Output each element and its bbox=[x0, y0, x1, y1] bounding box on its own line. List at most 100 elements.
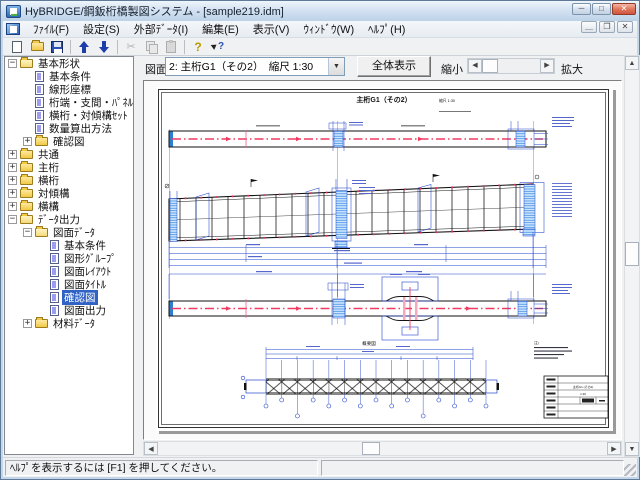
cut-button: ✂ bbox=[121, 38, 141, 55]
plus-expander-icon[interactable]: + bbox=[8, 176, 17, 185]
scroll-left-arrow[interactable]: ◀ bbox=[144, 442, 158, 455]
titleblock-scale: 1:30 bbox=[580, 392, 586, 396]
tree-item-20[interactable]: + 材料ﾃﾞｰﾀ bbox=[5, 317, 133, 330]
context-help-icon: ? bbox=[212, 41, 224, 52]
title-block: 主桁G1 (その2) 1:30 bbox=[544, 376, 608, 418]
vertical-scroll-thumb[interactable] bbox=[625, 242, 639, 266]
zoom-slider-thumb[interactable] bbox=[482, 59, 498, 73]
panel-point-bubble bbox=[343, 398, 347, 402]
menu-item-5[interactable]: ｳｨﾝﾄﾞｳ(W) bbox=[296, 23, 361, 37]
help-button[interactable]: ? bbox=[188, 38, 208, 55]
doc-icon bbox=[50, 240, 59, 251]
maximize-button[interactable]: □ bbox=[592, 3, 611, 15]
menu-item-2[interactable]: 外部ﾃﾞｰﾀ(I) bbox=[127, 23, 195, 37]
mdi-restore-button[interactable]: ❐ bbox=[599, 21, 615, 33]
combo-dropdown-icon[interactable]: ▼ bbox=[328, 58, 344, 75]
panel-point-bubble bbox=[484, 404, 488, 408]
menu-item-1[interactable]: 設定(S) bbox=[76, 23, 127, 37]
panel-point-bubble bbox=[421, 414, 425, 418]
scroll-up-arrow[interactable]: ▲ bbox=[625, 56, 639, 70]
context-help-button[interactable]: ? bbox=[208, 38, 228, 55]
up-arrow-icon bbox=[77, 40, 91, 54]
drawing-combo-label: 図面 bbox=[145, 61, 167, 77]
menu-item-6[interactable]: ﾍﾙﾌﾟ(H) bbox=[361, 23, 412, 37]
new-file-icon bbox=[12, 41, 22, 53]
tree-item-label[interactable]: 材料ﾃﾞｰﾀ bbox=[51, 316, 97, 331]
menu-item-0[interactable]: ﾌｧｲﾙ(F) bbox=[26, 23, 76, 37]
copy-button bbox=[141, 38, 161, 55]
app-icon bbox=[6, 5, 21, 18]
doc-icon bbox=[35, 97, 44, 108]
main-area: −基本形状基本条件線形座標桁端・支間・ﾊﾟﾈﾙ長横桁・対傾構ｾｯﾄ数量算出方法+… bbox=[3, 56, 637, 457]
doc-icon bbox=[50, 305, 59, 316]
plus-expander-icon[interactable]: + bbox=[23, 319, 32, 328]
minus-expander-icon[interactable]: − bbox=[8, 215, 17, 224]
move-down-button[interactable] bbox=[94, 38, 114, 55]
drawing-viewport: 主桁G1（その2） 縮尺 1:30 bbox=[143, 80, 622, 440]
mdi-minimize-button[interactable]: ＿ bbox=[581, 21, 597, 33]
plus-expander-icon[interactable]: + bbox=[8, 202, 17, 211]
save-button[interactable] bbox=[47, 38, 67, 55]
menu-item-4[interactable]: 表示(V) bbox=[246, 23, 297, 37]
tree-item-7[interactable]: +共通 bbox=[5, 148, 133, 161]
plus-expander-icon[interactable]: + bbox=[8, 150, 17, 159]
folder-icon bbox=[20, 150, 33, 159]
folder-icon bbox=[35, 137, 48, 146]
status-panel-secondary bbox=[321, 460, 624, 476]
titleblock-drawing-name: 主桁G1 (その2) bbox=[573, 384, 594, 389]
toolbar: ✂ ? ? bbox=[3, 38, 637, 56]
sheet-scale-text: 縮尺 1:30 bbox=[439, 98, 455, 103]
panel-point-bubble bbox=[374, 398, 378, 402]
panel-point-bubble bbox=[327, 404, 331, 408]
toolbar-separator bbox=[184, 40, 185, 54]
mdi-document-icon[interactable] bbox=[6, 23, 20, 35]
open-folder-icon bbox=[31, 42, 44, 51]
resize-grip[interactable] bbox=[624, 464, 636, 476]
panel-point-bubble bbox=[264, 404, 268, 408]
tree-item-6[interactable]: +確認図 bbox=[5, 135, 133, 148]
plus-expander-icon[interactable]: + bbox=[8, 189, 17, 198]
notes-header-text: 注) bbox=[534, 340, 539, 345]
scroll-down-arrow[interactable]: ▼ bbox=[625, 442, 639, 456]
zoom-slider[interactable]: ◀ ▶ bbox=[467, 58, 555, 74]
menu-item-3[interactable]: 編集(E) bbox=[195, 23, 246, 37]
panel-point-bubble bbox=[453, 404, 457, 408]
doc-icon bbox=[50, 266, 59, 277]
window-title: HyBRIDGE/鋼鈑桁橋製図システム - [sample219.idm] bbox=[25, 3, 284, 19]
new-button[interactable] bbox=[7, 38, 27, 55]
minimize-button[interactable]: － bbox=[572, 3, 591, 15]
drawing-select-combo[interactable]: 2: 主桁G1（その2） 縮尺 1:30 ▼ bbox=[165, 57, 345, 76]
doc-icon bbox=[50, 253, 59, 264]
minus-expander-icon[interactable]: − bbox=[8, 59, 17, 68]
paste-clipboard-icon bbox=[166, 41, 176, 53]
minus-expander-icon[interactable]: − bbox=[23, 228, 32, 237]
vertical-scrollbar[interactable]: ▲ ▼ bbox=[624, 55, 640, 457]
open-button[interactable] bbox=[27, 38, 47, 55]
panel-point-bubble bbox=[390, 404, 394, 408]
panel-point-bubble bbox=[280, 398, 284, 402]
scroll-right-arrow[interactable]: ▶ bbox=[607, 442, 621, 455]
doc-icon bbox=[50, 292, 59, 303]
panel-point-bubble bbox=[405, 398, 409, 402]
folder-open-icon bbox=[20, 215, 33, 224]
panel-point-bubble bbox=[468, 398, 472, 402]
paste-button bbox=[161, 38, 181, 55]
tree-item-10[interactable]: +対傾構 bbox=[5, 187, 133, 200]
plus-expander-icon[interactable]: + bbox=[8, 163, 17, 172]
horizontal-scrollbar[interactable]: ◀ ▶ bbox=[143, 441, 622, 456]
panel-point-bubble bbox=[358, 404, 362, 408]
zoom-slider-left-arrow[interactable]: ◀ bbox=[468, 59, 482, 73]
plus-expander-icon[interactable]: + bbox=[23, 137, 32, 146]
zoom-slider-right-arrow[interactable]: ▶ bbox=[540, 59, 554, 73]
sheet-title-text: 主桁G1（その2） bbox=[356, 95, 411, 104]
close-button[interactable]: ✕ bbox=[612, 3, 636, 15]
panel-point-bubble bbox=[311, 398, 315, 402]
status-message: ﾍﾙﾌﾟを表示するには [F1] を押してください。 bbox=[5, 460, 318, 476]
move-up-button[interactable] bbox=[74, 38, 94, 55]
mdi-close-button[interactable]: ✕ bbox=[617, 21, 633, 33]
fit-view-button[interactable]: 全体表示 bbox=[357, 56, 431, 77]
folder-icon bbox=[20, 202, 33, 211]
cut-scissors-icon: ✂ bbox=[126, 40, 135, 53]
horizontal-scroll-thumb[interactable] bbox=[362, 442, 380, 455]
tree-item-8[interactable]: +主桁 bbox=[5, 161, 133, 174]
